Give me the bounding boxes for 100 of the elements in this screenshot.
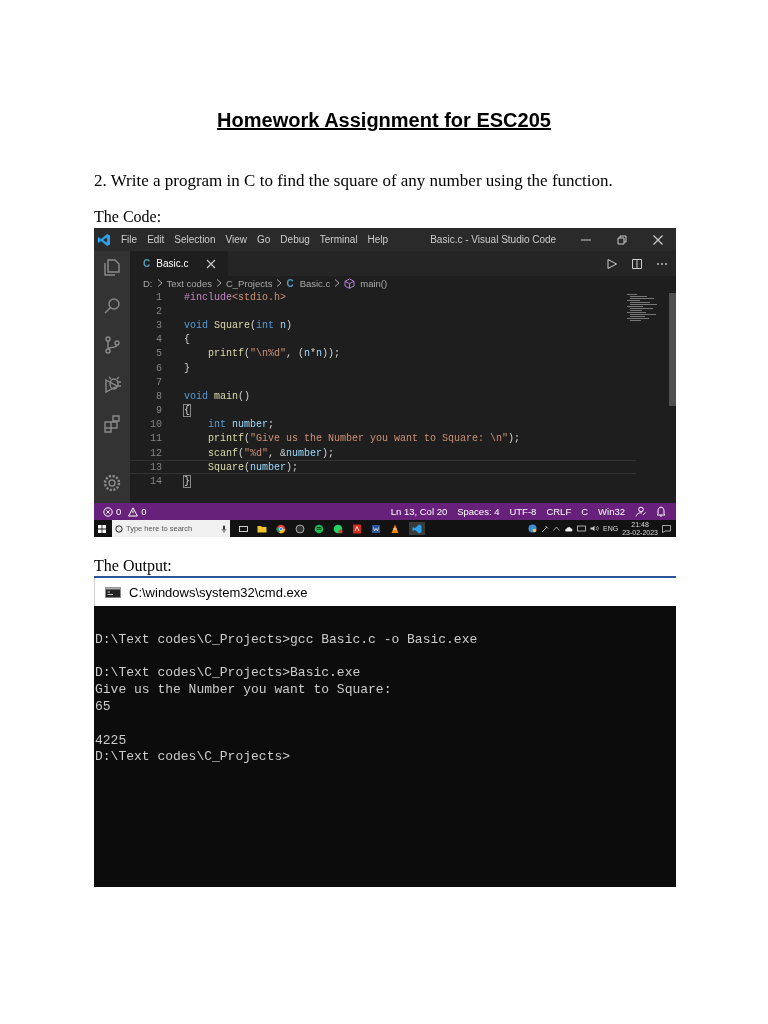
code-line: void main(): [184, 390, 251, 402]
branch-icon[interactable]: [102, 335, 122, 355]
text-document-icon[interactable]: [371, 523, 381, 534]
chevron-icon: [215, 279, 222, 287]
line-number: 10: [149, 419, 162, 431]
chevron-icon: [334, 279, 341, 287]
close-icon[interactable]: [206, 258, 216, 269]
code-line: Square(number);: [207, 461, 299, 473]
line-number: 9: [155, 405, 162, 417]
code-line: #include<stdio.h>: [184, 291, 287, 303]
menu-item[interactable]: Debug: [280, 234, 310, 245]
document-title: Homework Assignment for ESC205: [217, 108, 551, 133]
line-number: 1: [155, 291, 162, 303]
search-icon[interactable]: [102, 296, 122, 316]
status-item[interactable]: Spaces: 4: [457, 506, 500, 517]
tab-label: Basic.c: [156, 258, 190, 269]
breadcrumb[interactable]: Basic.c: [299, 277, 331, 289]
document-icon[interactable]: [352, 523, 362, 534]
breadcrumb[interactable]: main(): [360, 277, 388, 289]
console-line: 4225: [94, 732, 127, 750]
status-item[interactable]: Win32: [598, 506, 625, 517]
scrollbar-thumb[interactable]: [669, 293, 676, 406]
c-file-icon: C: [143, 258, 151, 269]
section-heading: The Code:: [94, 207, 162, 227]
line-number: 11: [149, 433, 162, 445]
windows-logo-icon[interactable]: [98, 524, 106, 533]
window-title: C:\windows\system32\cmd.exe: [129, 584, 308, 600]
cube-icon: [344, 277, 356, 289]
menu-item[interactable]: File: [121, 234, 138, 245]
error-count[interactable]: 0: [116, 506, 122, 517]
line-number: 12: [149, 447, 162, 459]
console-line: D:\Text codes\C_Projects>Basic.exe: [94, 665, 361, 683]
line-number: 3: [155, 319, 162, 331]
settings-icon[interactable]: [102, 473, 122, 493]
browser-icon[interactable]: [276, 523, 286, 534]
cone-icon[interactable]: [390, 523, 400, 534]
caret-icon[interactable]: [553, 526, 560, 531]
breadcrumb[interactable]: D:: [143, 277, 153, 289]
cloud-icon[interactable]: [564, 525, 573, 532]
chat-icon[interactable]: [333, 523, 343, 534]
folder-icon[interactable]: [257, 523, 267, 534]
breadcrumb[interactable]: Text codes: [166, 277, 212, 289]
line-number: 13: [149, 461, 162, 473]
line-number: 8: [155, 390, 162, 402]
notification-icon[interactable]: [662, 524, 671, 533]
code-line: }: [184, 476, 190, 488]
error-icon[interactable]: [103, 506, 113, 517]
task-view-icon[interactable]: [239, 524, 248, 533]
menu-item[interactable]: View: [225, 234, 247, 245]
line-number: 6: [155, 362, 162, 374]
status-item[interactable]: CRLF: [546, 506, 572, 517]
menu-item[interactable]: Terminal: [319, 234, 358, 245]
line-number: 14: [149, 476, 162, 488]
code-line: {: [184, 334, 190, 346]
code-line: printf("\n%d", (n*n));: [207, 348, 341, 360]
window-title: Basic.c - Visual Studio Code: [430, 234, 557, 245]
warning-icon[interactable]: [128, 506, 139, 517]
search-icon: [115, 524, 123, 533]
line-number: 5: [155, 348, 162, 360]
run-icon[interactable]: [606, 257, 618, 270]
console-icon: [105, 586, 121, 598]
code-editor-icon[interactable]: [409, 522, 425, 535]
feedback-icon[interactable]: [635, 506, 646, 517]
music-icon[interactable]: [314, 523, 324, 534]
chevron-icon: [156, 279, 163, 287]
network-icon[interactable]: [577, 525, 586, 532]
code-line: void Square(int n): [184, 319, 293, 331]
breadcrumb[interactable]: C_Projects: [225, 277, 273, 289]
status-item[interactable]: C: [581, 506, 589, 517]
files-icon[interactable]: [102, 257, 122, 277]
code-line: int number;: [207, 419, 275, 431]
code-line: printf("Give us the Number you want to Square: \n");: [207, 433, 521, 445]
console-line: D:\Text codes\C_Projects>: [94, 749, 291, 767]
status-item[interactable]: Ln 13, Col 20: [390, 506, 448, 517]
code-line: scanf("%d", &number);: [207, 447, 335, 459]
close-icon[interactable]: [652, 233, 664, 246]
question-text: 2. Write a program in C to find the square of any number using the function.: [94, 170, 613, 192]
menu-item[interactable]: Go: [257, 234, 271, 245]
warning-count[interactable]: 0: [141, 506, 147, 517]
menu-item[interactable]: Selection: [174, 234, 216, 245]
menu-item[interactable]: Edit: [147, 234, 165, 245]
file-tab[interactable]: C Basic.c: [130, 251, 228, 276]
bug-icon[interactable]: [102, 374, 122, 394]
microphone-icon[interactable]: [221, 524, 227, 533]
volume-icon[interactable]: [590, 525, 599, 532]
extensions-icon[interactable]: [102, 413, 122, 433]
restore-icon[interactable]: [616, 233, 628, 246]
circle-icon[interactable]: [295, 523, 305, 534]
section-heading: The Output:: [94, 556, 172, 576]
split-editor-icon[interactable]: [631, 257, 643, 270]
pin-icon[interactable]: [541, 524, 549, 533]
code-line: {: [184, 405, 190, 417]
bell-icon[interactable]: [656, 506, 666, 517]
line-number: 2: [155, 305, 162, 317]
minimap-drawing[interactable]: [626, 293, 660, 323]
help-icon[interactable]: [528, 524, 537, 533]
status-item[interactable]: UTF-8: [509, 506, 537, 517]
menu-item[interactable]: Help: [367, 234, 389, 245]
logo-icon: [97, 232, 111, 247]
console-line: 65: [94, 699, 111, 716]
